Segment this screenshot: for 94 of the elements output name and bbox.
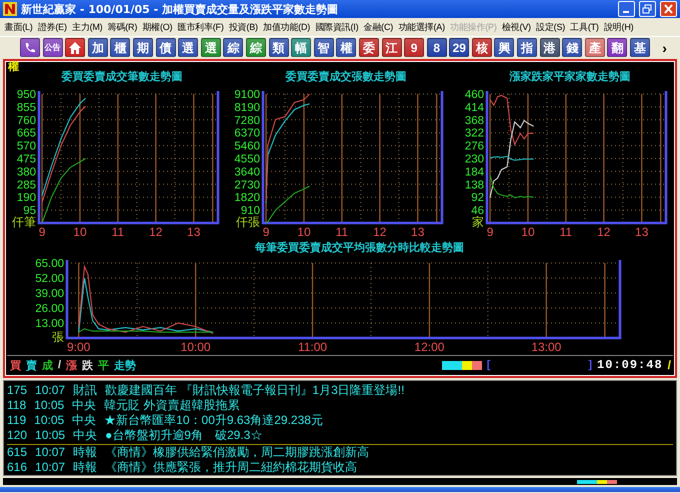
axis-label: 92 bbox=[471, 192, 484, 204]
axis-label: 12 bbox=[597, 225, 610, 238]
news-time: 10:05 bbox=[35, 428, 66, 443]
axis-label: 6370 bbox=[234, 128, 260, 140]
axis-label: 家 bbox=[472, 215, 484, 229]
clock-time: 10:09:48 bbox=[597, 358, 663, 372]
axis-label: 13 bbox=[187, 225, 200, 238]
axis-label: 368 bbox=[464, 114, 484, 127]
bracket: [ bbox=[486, 359, 490, 371]
legend-label: 平 bbox=[98, 358, 110, 372]
legend-label: 跌 bbox=[82, 358, 94, 372]
axis-label: 910 bbox=[240, 205, 260, 218]
axis-label: 10 bbox=[73, 225, 87, 238]
axis-label: 12 bbox=[373, 225, 386, 238]
axis-label: 10 bbox=[297, 225, 311, 238]
axis-label: 9:00 bbox=[67, 340, 90, 353]
axis-label: 380 bbox=[16, 166, 36, 178]
chart-title: 委買委賣成交筆數走勢圖 bbox=[60, 70, 182, 84]
axis-label: 10:00 bbox=[180, 340, 211, 353]
news-id: 615 bbox=[7, 445, 28, 460]
legend-label: 賣 bbox=[26, 358, 37, 372]
axis-label: 13 bbox=[411, 225, 424, 238]
axis-label: 1820 bbox=[234, 192, 260, 204]
axis-label: 仟張 bbox=[236, 215, 260, 229]
axis-label: 950 bbox=[16, 89, 36, 101]
news-time: 10:05 bbox=[34, 413, 64, 428]
axis-label: 52.00 bbox=[35, 273, 64, 285]
axis-label: 460 bbox=[464, 89, 484, 101]
axis-label: 2730 bbox=[234, 179, 260, 192]
legend-label: 買 bbox=[10, 358, 21, 372]
news-id: 118 bbox=[7, 398, 26, 413]
news-time: 10:07 bbox=[35, 460, 66, 475]
axis-label: 276 bbox=[464, 140, 484, 153]
busy-indicator: / bbox=[668, 358, 671, 372]
axis-label: 138 bbox=[464, 179, 484, 192]
news-time: 10:07 bbox=[35, 445, 66, 460]
axis-label: 475 bbox=[16, 154, 36, 166]
axis-label: 322 bbox=[464, 128, 484, 140]
axis-label: 3640 bbox=[234, 166, 260, 178]
news-source: 中央 bbox=[73, 428, 98, 443]
axis-label: 張 bbox=[52, 330, 64, 344]
axis-label: 11 bbox=[112, 225, 124, 238]
axis-label: 9 bbox=[38, 225, 46, 238]
legend-label: 漲 bbox=[66, 358, 78, 372]
axis-label: 65.00 bbox=[35, 258, 64, 270]
chart-title: 委買委賣成交張數走勢圖 bbox=[284, 70, 406, 84]
axis-label: 8190 bbox=[234, 102, 260, 114]
axis-label: 26.00 bbox=[35, 303, 64, 315]
axis-label: 760 bbox=[16, 114, 36, 127]
axis-label: 9 bbox=[262, 225, 270, 238]
legend-label: / bbox=[58, 359, 62, 371]
axis-label: 7280 bbox=[234, 114, 260, 127]
axis-label: 4550 bbox=[234, 154, 260, 166]
index-label: 權 bbox=[6, 61, 20, 73]
axis-label: 414 bbox=[464, 102, 484, 114]
axis-label: 95 bbox=[23, 205, 36, 218]
news-source: 時報 bbox=[73, 445, 98, 460]
axis-label: 10 bbox=[521, 225, 535, 238]
news-id: 616 bbox=[7, 460, 28, 475]
axis-label: 190 bbox=[16, 192, 36, 204]
axis-label: 665 bbox=[16, 128, 36, 140]
axis-label: 855 bbox=[16, 102, 36, 114]
axis-label: 13:00 bbox=[531, 340, 562, 353]
axis-label: 570 bbox=[16, 140, 36, 153]
axis-label: 仟筆 bbox=[12, 215, 36, 229]
axis-label: 5460 bbox=[234, 140, 260, 153]
legend-label: 走勢 bbox=[114, 358, 136, 372]
news-source: 中央 bbox=[72, 413, 96, 428]
axis-label: 11 bbox=[560, 225, 572, 238]
axis-label: 184 bbox=[464, 166, 484, 178]
news-source: 財訊 bbox=[73, 383, 98, 398]
axis-label: 12:00 bbox=[414, 340, 444, 353]
news-time: 10:07 bbox=[35, 383, 66, 398]
news-id: 175 bbox=[7, 383, 28, 398]
legend-label: 成 bbox=[42, 358, 53, 372]
news-source: 中央 bbox=[72, 398, 96, 413]
bracket: ] bbox=[588, 359, 592, 371]
chart-title: 漲家跌家平家家數走勢圖 bbox=[508, 70, 630, 84]
news-id: 119 bbox=[7, 413, 26, 428]
axis-label: 230 bbox=[464, 154, 484, 166]
axis-label: 9100 bbox=[234, 89, 260, 101]
axis-label: 11 bbox=[336, 225, 348, 238]
axis-label: 39.00 bbox=[35, 288, 64, 300]
chart-title: 每筆委買委賣成交平均張數分時比較走勢圖 bbox=[254, 241, 464, 255]
axis-label: 13 bbox=[635, 225, 648, 238]
news-time: 10:05 bbox=[34, 398, 64, 413]
axis-label: 285 bbox=[16, 179, 36, 192]
axis-label: 11:00 bbox=[298, 340, 328, 353]
window-title: 新世紀贏家 - 100/01/05 - 加權買賣成交量及漲跌平家數走勢圖 bbox=[21, 2, 340, 16]
news-source: 時報 bbox=[73, 460, 98, 475]
news-id: 120 bbox=[7, 428, 28, 443]
axis-label: 13.00 bbox=[35, 318, 64, 330]
axis-label: 9 bbox=[486, 225, 494, 238]
axis-label: 12 bbox=[149, 225, 162, 238]
